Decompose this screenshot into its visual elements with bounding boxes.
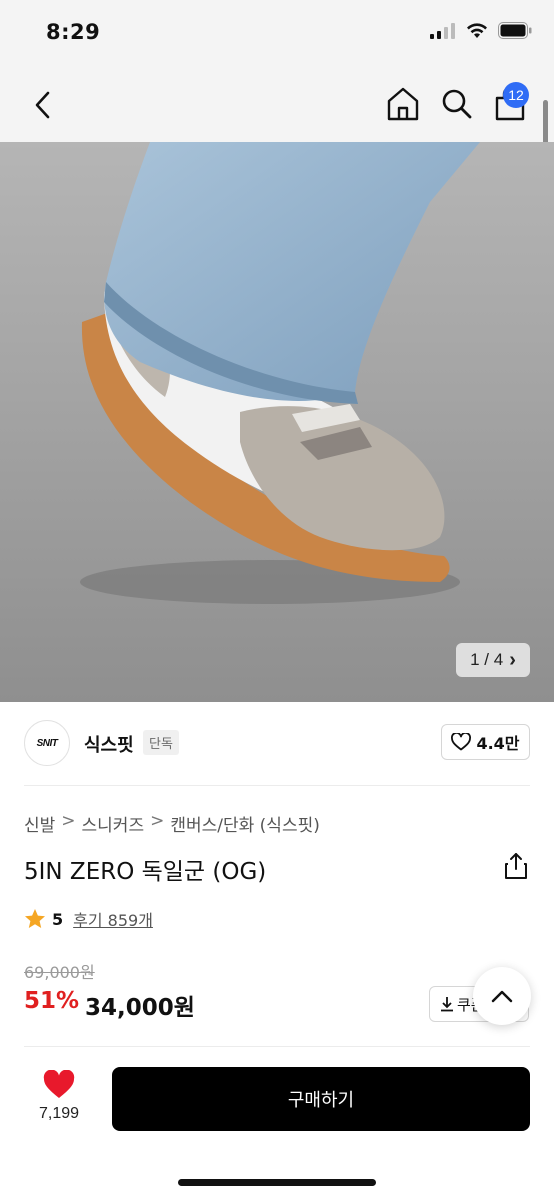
brand-like-count: 4.4만 (476, 734, 520, 753)
signal-icon (430, 22, 455, 39)
home-indicator[interactable] (178, 1179, 376, 1186)
brand-name[interactable]: 식스핏 (84, 731, 134, 757)
product-photo (0, 142, 554, 702)
buy-button-label: 구매하기 (287, 1090, 355, 1111)
star-icon (25, 909, 45, 928)
breadcrumb-item[interactable]: 신발 (24, 811, 55, 836)
wish-count: 7,199 (38, 1105, 80, 1122)
image-counter-text: 1 / 4 (470, 650, 504, 669)
search-icon[interactable] (440, 86, 474, 122)
review-count-link[interactable]: 후기 859개 (73, 907, 153, 931)
wifi-icon (467, 22, 487, 38)
chevron-right-icon: › (509, 648, 516, 671)
back-button[interactable] (28, 90, 58, 120)
sale-price: 34,000원 (85, 995, 195, 1021)
exclusive-badge: 단독 (143, 730, 179, 755)
breadcrumb-item[interactable]: 스니커즈 (82, 811, 145, 836)
heart-filled-icon[interactable] (42, 1070, 76, 1100)
share-icon[interactable] (503, 852, 529, 880)
product-title: 5IN ZERO 독일군 (OG) (24, 859, 267, 885)
discount-rate: 51% (24, 988, 80, 1014)
product-image[interactable] (0, 142, 554, 702)
divider (24, 785, 530, 786)
scroll-to-top-button[interactable] (473, 967, 531, 1025)
rating-row: 5 후기 859개 (24, 907, 153, 931)
battery-icon (498, 22, 532, 39)
brand-logo[interactable]: SNIT (24, 720, 70, 766)
breadcrumb: 신발 > 스니커즈 > 캔버스/단화 (식스핏) (24, 811, 320, 836)
buy-button[interactable]: 구매하기 (112, 1067, 530, 1131)
brand-like-button[interactable]: 4.4만 (441, 724, 530, 760)
chevron-up-icon (491, 990, 513, 1003)
rating-score: 5 (52, 909, 64, 929)
breadcrumb-separator: > (61, 811, 76, 831)
heart-outline-icon (451, 733, 472, 751)
home-icon[interactable] (386, 86, 420, 122)
breadcrumb-item[interactable]: 캔버스/단화 (식스핏) (170, 811, 320, 836)
back-icon (35, 91, 50, 119)
image-counter[interactable]: 1 / 4 › (456, 643, 530, 677)
breadcrumb-separator: > (150, 811, 165, 831)
cart-count-badge: 12 (503, 82, 529, 108)
brand-logo-text: SNIT (36, 737, 58, 749)
original-price: 69,000원 (24, 963, 95, 982)
status-icons (430, 22, 532, 39)
download-icon (441, 997, 453, 1012)
nav-bar (0, 68, 554, 142)
status-time: 8:29 (46, 20, 101, 44)
status-bar: 8:29 (0, 0, 554, 68)
divider (24, 1046, 530, 1047)
